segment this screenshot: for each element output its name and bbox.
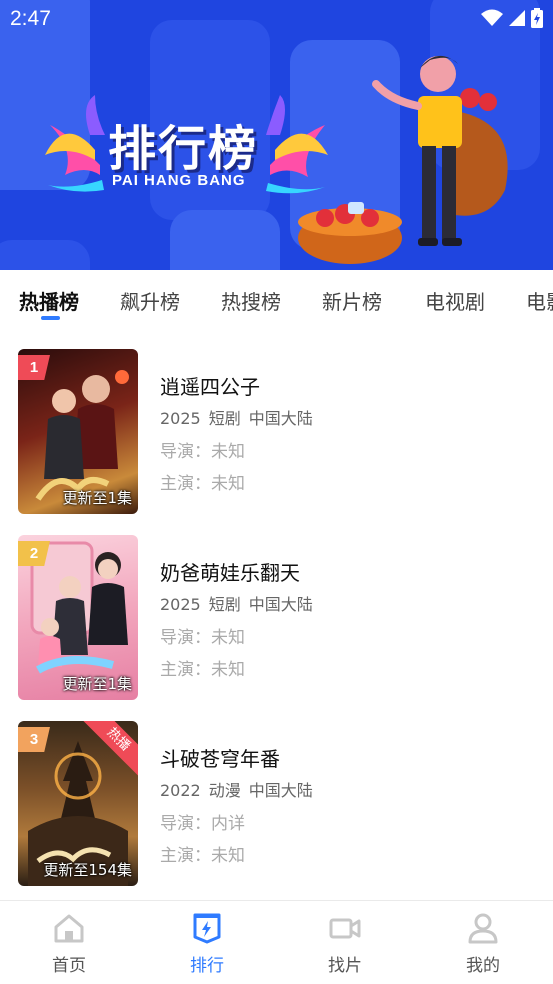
status-time: 2:47 [10,7,51,30]
nav-ranking-label: 排行 [190,956,224,976]
item-year: 2022 [160,781,201,800]
item-title[interactable]: 逍遥四公子 [160,371,321,399]
banner-title: 排行榜 PAI HANG BANG [40,95,330,205]
nav-mine[interactable]: 我的 [443,911,523,976]
list-item[interactable]: 1 更新至1集 逍遥四公子 2025 短剧 中国大陆 导演：未知 主演：未知 [18,349,538,514]
update-status: 更新至1集 [62,675,132,693]
item-genre: 短剧 [208,595,241,614]
tab-rising[interactable]: 飙升榜 [120,286,180,315]
item-title[interactable]: 奶爸萌娃乐翻天 [160,557,321,585]
tab-movie[interactable]: 电影 [526,286,553,315]
tab-hot-play[interactable]: 热播榜 [19,286,79,315]
item-meta: 2025 短剧 中国大陆 [160,405,321,429]
video-camera-icon [329,918,361,939]
item-genre: 短剧 [208,409,241,428]
nav-find[interactable]: 找片 [305,911,385,976]
banner-bg-tile [170,210,280,270]
banner-title-cn: 排行榜 [108,121,259,177]
item-director: 导演：未知 [160,442,245,462]
bottom-nav: 首页 排行 找片 我的 [0,900,553,984]
status-bar: 2:47 [0,0,553,38]
poster-image[interactable]: 1 更新至1集 [18,349,138,514]
battery-icon [531,8,543,28]
item-year: 2025 [160,595,201,614]
ranking-banner: 2:47 排行榜 PAI HANG BANG [0,0,553,270]
item-genre: 动漫 [208,781,241,800]
item-info: 斗破苍穹年番 2022 动漫 中国大陆 导演：内详 主演：未知 [160,743,321,873]
poster-image[interactable]: 3 热播 更新至154集 [18,721,138,886]
signal-icon [509,10,525,26]
ranking-tabs: 热播榜 飙升榜 热搜榜 新片榜 电视剧 电影 [0,270,553,330]
ranking-icon [193,913,221,944]
list-item[interactable]: 2 更新至1集 奶爸萌娃乐翻天 2025 短剧 中国大陆 导演：未知 主演：未知 [18,535,538,700]
item-actors: 主演：未知 [160,846,245,866]
item-director: 导演：内详 [160,814,245,834]
nav-mine-label: 我的 [466,956,500,976]
item-region: 中国大陆 [248,781,313,800]
item-actors: 主演：未知 [160,474,245,494]
tab-new-release[interactable]: 新片榜 [322,286,382,315]
update-status: 更新至1集 [62,489,132,507]
tab-hot-search[interactable]: 热搜榜 [221,286,281,315]
item-meta: 2022 动漫 中国大陆 [160,777,321,801]
nav-find-label: 找片 [328,956,362,976]
list-item[interactable]: 3 热播 更新至154集 斗破苍穹年番 2022 动漫 中国大陆 导演：内详 主演：… [18,721,538,886]
item-actors: 主演：未知 [160,660,245,680]
nav-home-label: 首页 [52,956,86,976]
item-title[interactable]: 斗破苍穹年番 [160,743,321,771]
nav-home[interactable]: 首页 [29,911,109,976]
tab-tv-series[interactable]: 电视剧 [425,286,485,315]
item-info: 奶爸萌娃乐翻天 2025 短剧 中国大陆 导演：未知 主演：未知 [160,557,321,687]
tab-indicator [41,316,60,320]
banner-title-en: PAI HANG BANG [112,172,246,189]
home-icon [54,914,84,943]
item-info: 逍遥四公子 2025 短剧 中国大陆 导演：未知 主演：未知 [160,371,321,501]
wifi-icon [481,9,503,26]
poster-image[interactable]: 2 更新至1集 [18,535,138,700]
nav-ranking[interactable]: 排行 [167,911,247,976]
person-icon [468,913,498,944]
banner-bg-tile [0,240,90,270]
item-year: 2025 [160,409,201,428]
item-region: 中国大陆 [248,409,313,428]
status-icons [481,8,543,28]
update-status: 更新至154集 [43,861,132,879]
item-director: 导演：未知 [160,628,245,648]
item-meta: 2025 短剧 中国大陆 [160,591,321,615]
item-region: 中国大陆 [248,595,313,614]
